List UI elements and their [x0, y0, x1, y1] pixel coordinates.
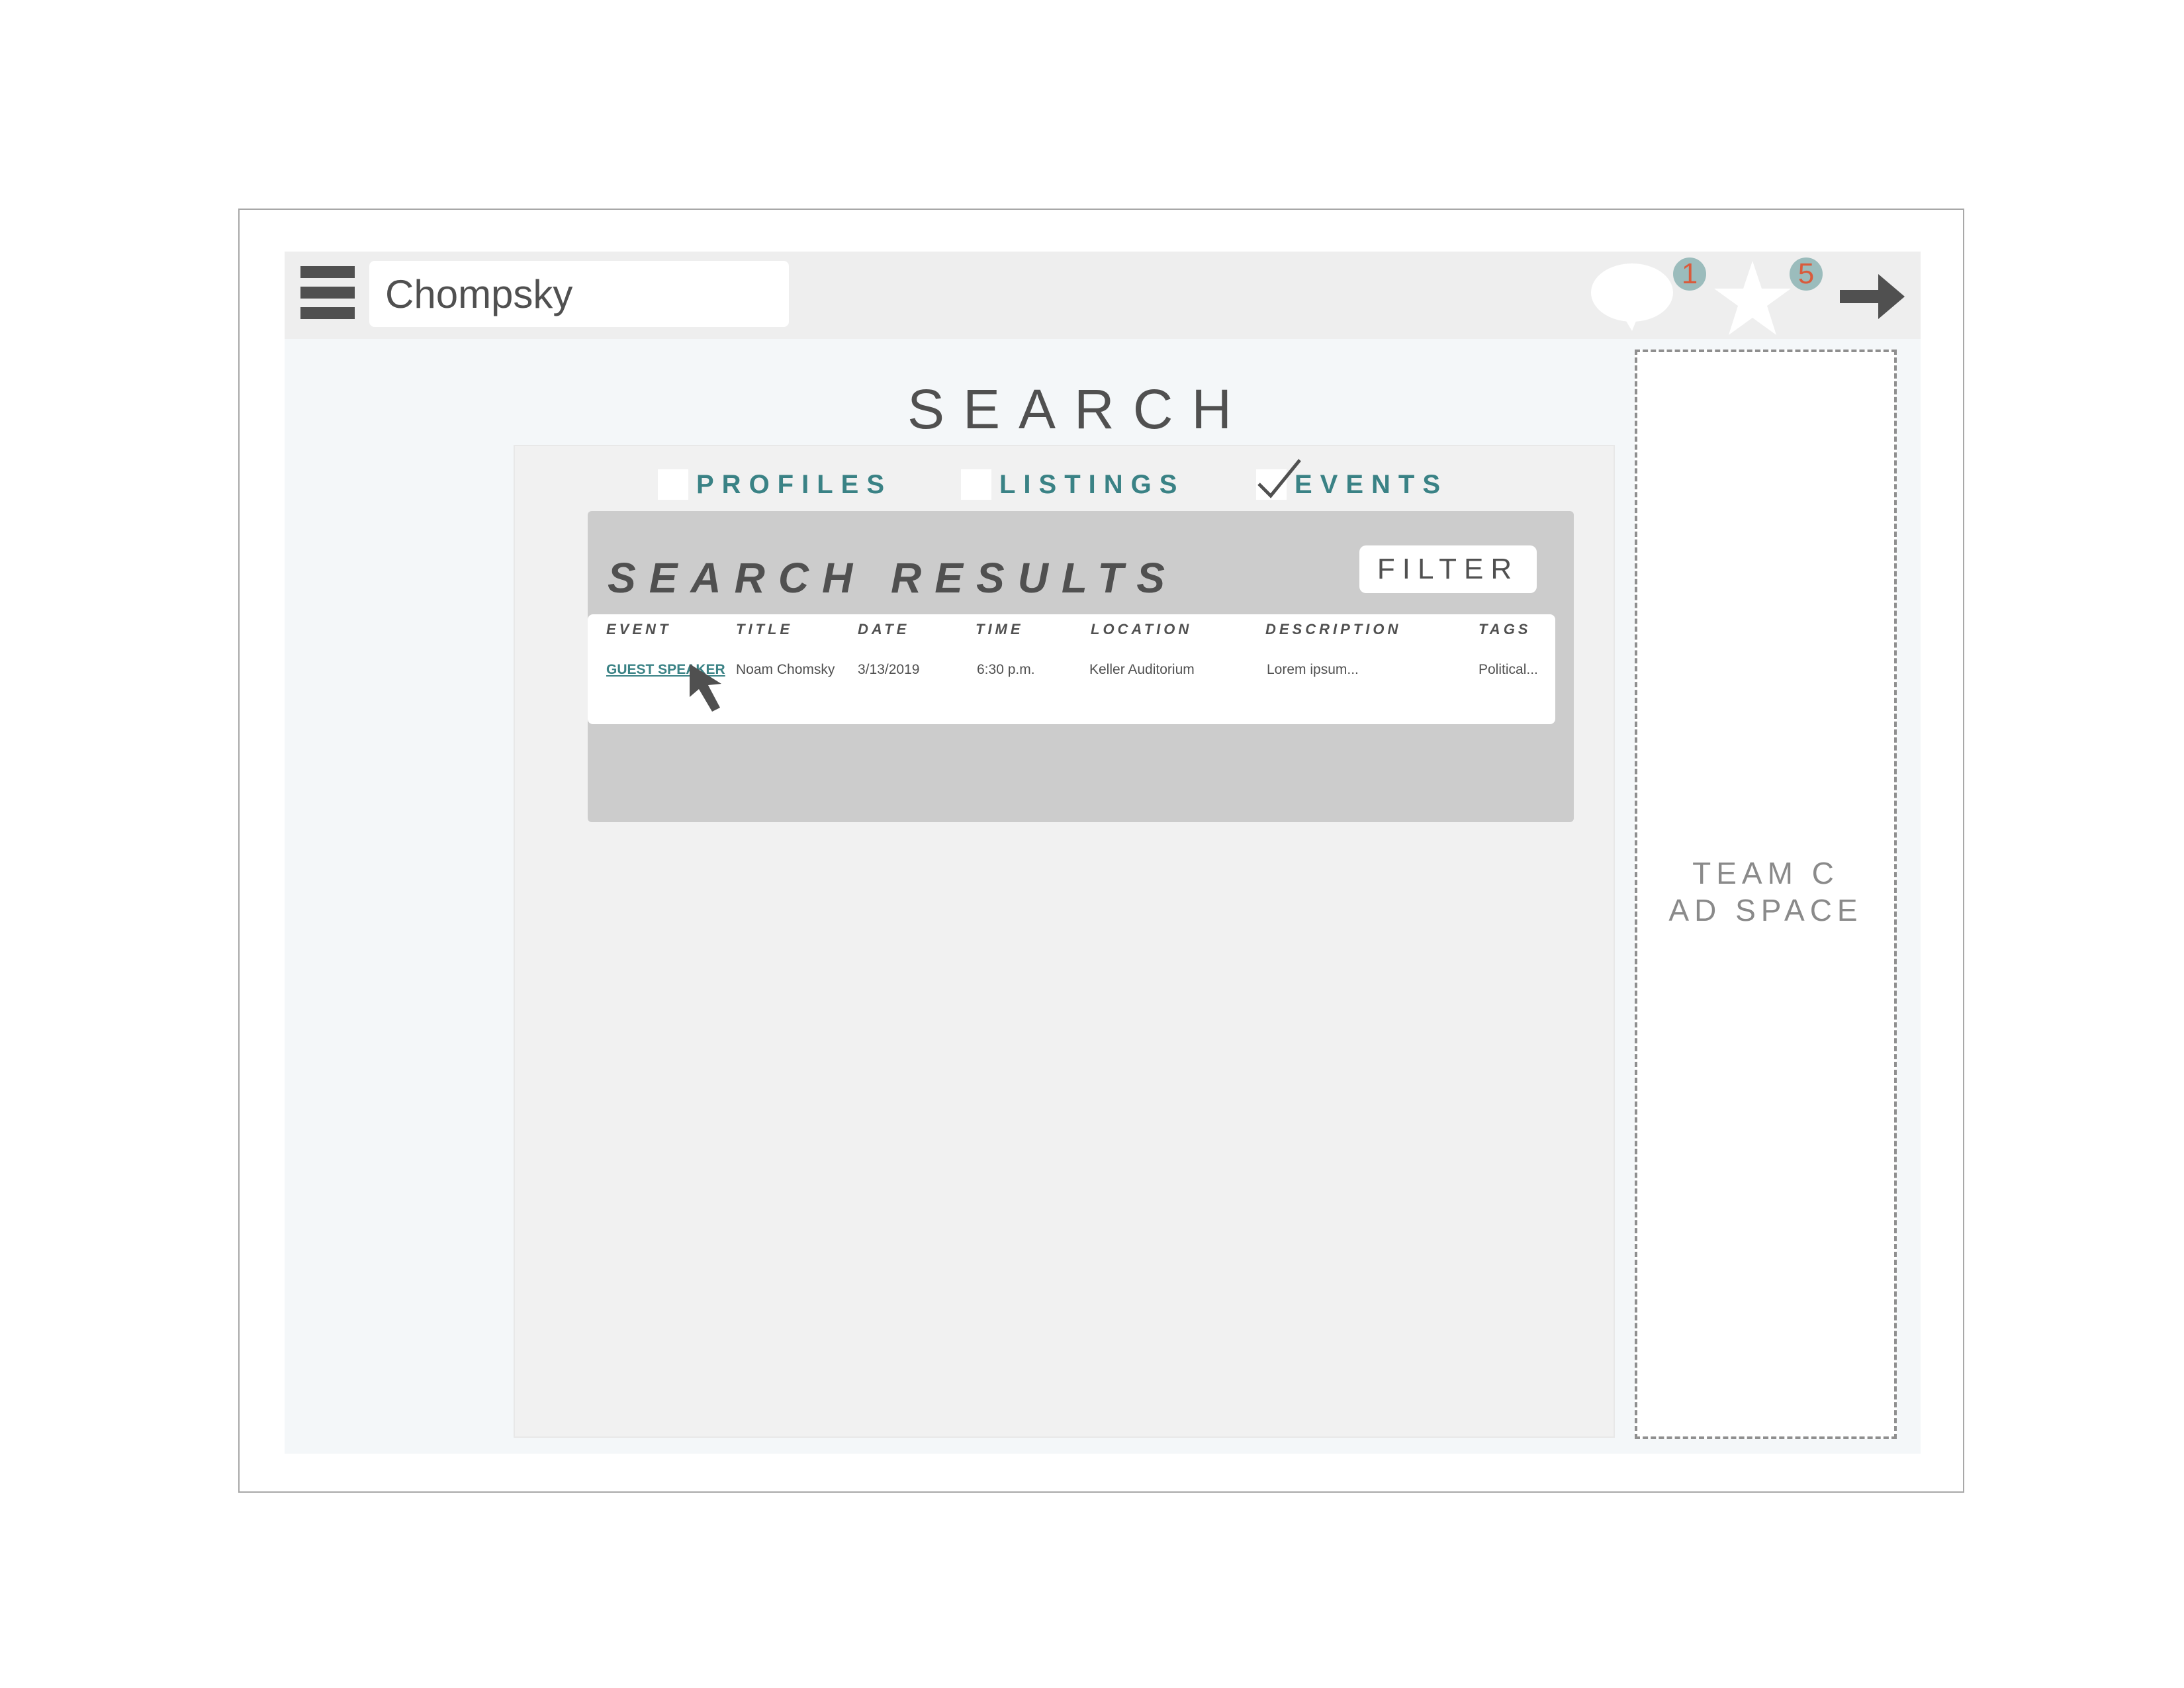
cell-location: Keller Auditorium: [1089, 662, 1195, 677]
app-window: 1 5 SEARCH PROFILES LISTINGS EVENTS: [285, 252, 1921, 1454]
ad-space: TEAM C AD SPACE: [1635, 350, 1897, 1439]
results-table: EVENT TITLE DATE TIME LOCATION DESCRIPTI…: [588, 614, 1555, 724]
search-results-panel: SEARCH RESULTS FILTER EVENT TITLE DATE T…: [588, 511, 1574, 822]
category-profiles-label: PROFILES: [696, 469, 893, 499]
cell-time: 6:30 p.m.: [977, 662, 1035, 677]
events-checkbox[interactable]: [1256, 459, 1301, 500]
favorites-count-badge: 5: [1790, 258, 1823, 291]
column-header-location: LOCATION: [1091, 621, 1193, 637]
column-header-time: TIME: [976, 621, 1024, 637]
category-events[interactable]: EVENTS: [1256, 459, 1449, 502]
category-listings[interactable]: LISTINGS: [961, 467, 1185, 502]
search-input[interactable]: [369, 261, 789, 327]
mouse-pointer-icon: [690, 664, 721, 712]
cell-title: Noam Chomsky: [736, 662, 835, 677]
cell-description: Lorem ipsum...: [1267, 662, 1359, 677]
listings-checkbox[interactable]: [961, 469, 991, 500]
ad-label-line2: AD SPACE: [1668, 893, 1863, 927]
checkmark-icon: [1257, 459, 1301, 498]
arrow-right-icon[interactable]: [1840, 271, 1906, 322]
cell-date: 3/13/2019: [858, 662, 920, 677]
column-header-event: EVENT: [606, 621, 672, 637]
column-header-description: DESCRIPTION: [1265, 621, 1402, 637]
ad-label-line1: TEAM C: [1692, 856, 1839, 890]
search-results-title: SEARCH RESULTS: [608, 554, 1178, 602]
column-header-date: DATE: [858, 621, 910, 637]
messages-count-badge: 1: [1673, 258, 1706, 291]
hamburger-menu-icon[interactable]: [300, 266, 355, 319]
star-icon[interactable]: [1713, 259, 1792, 336]
column-header-tags: TAGS: [1479, 621, 1531, 637]
page-title: SEARCH: [907, 378, 1251, 440]
cell-tags: Political...: [1479, 662, 1538, 677]
profiles-checkbox[interactable]: [658, 469, 688, 500]
speech-bubble-icon[interactable]: [1590, 261, 1677, 334]
column-header-title: TITLE: [736, 621, 794, 637]
category-listings-label: LISTINGS: [999, 469, 1185, 499]
search-panel: PROFILES LISTINGS EVENTS SEARCH RESULTS …: [514, 445, 1615, 1438]
top-bar: 1 5: [285, 252, 1921, 339]
category-events-label: EVENTS: [1295, 469, 1449, 499]
category-profiles[interactable]: PROFILES: [658, 467, 892, 502]
filter-button[interactable]: FILTER: [1359, 545, 1537, 593]
